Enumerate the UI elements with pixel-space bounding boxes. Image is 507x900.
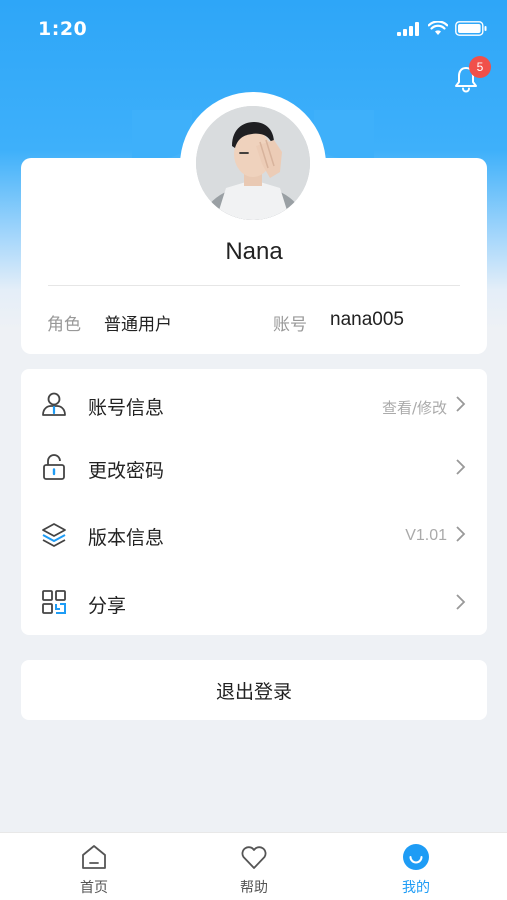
signal-icon xyxy=(397,21,419,36)
smile-icon xyxy=(403,844,429,870)
avatar-image xyxy=(196,106,310,220)
menu-item-share[interactable]: 分享 xyxy=(21,571,487,631)
status-bar: 1:20 xyxy=(0,0,507,60)
notification-badge: 5 xyxy=(469,56,491,78)
chevron-right-icon xyxy=(456,526,466,542)
tab-help[interactable]: 帮助 xyxy=(194,833,314,900)
menu-label: 更改密码 xyxy=(88,460,165,482)
menu-label: 账号信息 xyxy=(88,397,165,419)
menu-card: 账号信息 查看/修改 更改密码 版本信息 V1.01 分享 xyxy=(21,369,487,635)
divider xyxy=(48,285,460,286)
tab-mine[interactable]: 我的 xyxy=(356,833,476,900)
status-time: 1:20 xyxy=(38,18,88,40)
user-icon xyxy=(42,392,66,416)
account-label: 账号 xyxy=(273,315,307,335)
menu-item-account-info[interactable]: 账号信息 查看/修改 xyxy=(21,373,487,433)
version-number: V1.01 xyxy=(405,527,447,544)
home-icon xyxy=(82,845,106,869)
user-name: Nana xyxy=(225,238,283,265)
tab-home[interactable]: 首页 xyxy=(34,833,154,900)
menu-item-change-password[interactable]: 更改密码 xyxy=(21,436,487,496)
tab-label: 首页 xyxy=(80,880,108,896)
tab-bar: 首页 帮助 我的 xyxy=(0,832,507,900)
menu-label: 版本信息 xyxy=(88,527,165,549)
chevron-right-icon xyxy=(456,459,466,475)
menu-item-version-info[interactable]: 版本信息 V1.01 xyxy=(21,503,487,563)
account-value: nana005 xyxy=(330,309,404,330)
status-icons xyxy=(397,21,487,36)
chevron-right-icon xyxy=(456,396,466,412)
chevron-right-icon xyxy=(456,594,466,610)
layers-icon xyxy=(42,523,66,547)
tab-label: 我的 xyxy=(402,880,430,896)
avatar[interactable] xyxy=(196,106,310,220)
logout-button[interactable]: 退出登录 xyxy=(21,660,487,720)
unlock-icon xyxy=(43,454,65,480)
wifi-icon xyxy=(428,21,448,35)
menu-extra: 查看/修改 xyxy=(381,399,447,417)
qr-code-icon xyxy=(42,590,66,614)
battery-icon xyxy=(455,21,487,36)
tab-label: 帮助 xyxy=(240,880,268,896)
role-value: 普通用户 xyxy=(104,315,172,335)
role-label: 角色 xyxy=(47,315,81,335)
heart-icon xyxy=(241,846,267,869)
menu-label: 分享 xyxy=(88,595,127,617)
